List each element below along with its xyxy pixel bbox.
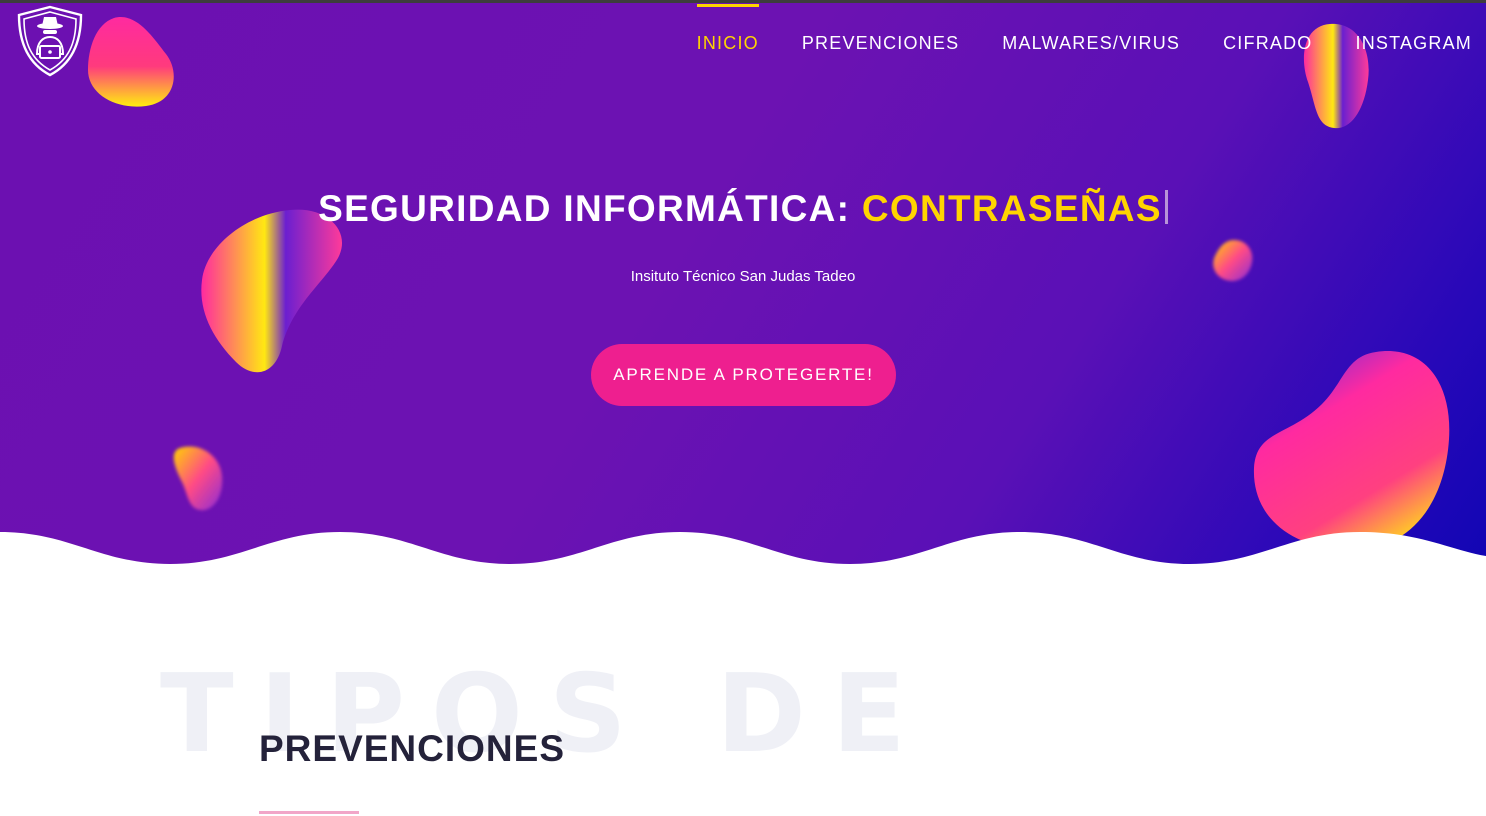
decor-blob-small-left: [173, 446, 223, 511]
nav-label: INSTAGRAM: [1355, 33, 1472, 53]
nav-label: MALWARES/VIRUS: [1002, 33, 1181, 53]
hero-subtitle: Insituto Técnico San Judas Tadeo: [630, 268, 856, 285]
hero-section: INICIO PREVENCIONES MALWARES/VIRUS CIFRA…: [0, 0, 1486, 570]
active-indicator: [696, 4, 759, 7]
decor-blob-top-left: [88, 17, 174, 107]
nav-item-inicio[interactable]: INICIO: [696, 0, 759, 88]
hero-title-prefix: SEGURIDAD INFORMÁTICA:: [318, 188, 862, 229]
nav-item-prevenciones[interactable]: PREVENCIONES: [802, 0, 959, 88]
wave-divider: [0, 532, 1486, 570]
nav-item-malwares-virus[interactable]: MALWARES/VIRUS: [1002, 0, 1180, 88]
hacker-shield-icon[interactable]: [13, 4, 87, 78]
nav-item-instagram[interactable]: INSTAGRAM: [1356, 0, 1472, 88]
window-top-border: [0, 0, 1486, 3]
section-title: PREVENCIONES: [259, 728, 566, 769]
main-nav: INICIO PREVENCIONES MALWARES/VIRUS CIFRA…: [654, 0, 1472, 88]
nav-label: CIFRADO: [1223, 33, 1313, 53]
decor-blob-left: [201, 209, 343, 373]
cta-button[interactable]: APRENDE A PROTEGERTE!: [591, 344, 896, 406]
hero-title: SEGURIDAD INFORMÁTICA: CONTRASEÑAS: [0, 188, 1486, 230]
section-title-underline: [259, 811, 359, 814]
nav-item-cifrado[interactable]: CIFRADO: [1223, 0, 1312, 88]
nav-label: PREVENCIONES: [801, 33, 960, 53]
hero-title-typed-word: CONTRASEÑAS: [861, 188, 1162, 229]
typing-cursor: [1164, 190, 1168, 224]
nav-label: INICIO: [696, 33, 759, 53]
